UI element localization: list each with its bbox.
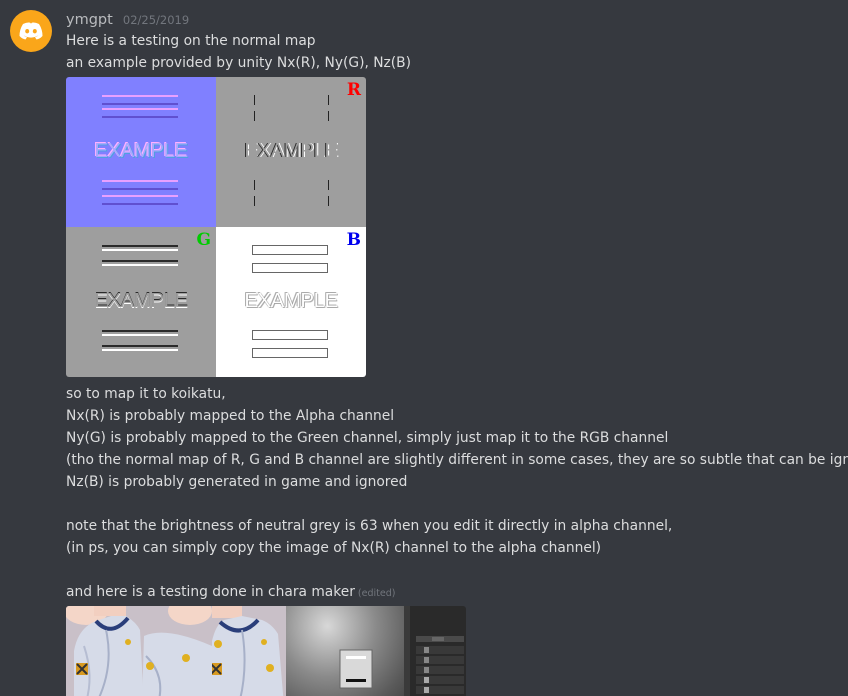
example-label: EXAMPLE	[244, 289, 338, 312]
discord-logo-icon	[19, 22, 43, 40]
normal-map-preview	[286, 606, 404, 696]
example-bar	[102, 195, 178, 205]
render-panel-1	[66, 606, 212, 696]
edited-label: (edited)	[357, 588, 396, 599]
example-label: EXAMPLE	[244, 139, 338, 162]
example-tick	[254, 111, 255, 121]
message-header: ymgpt 02/25/2019	[66, 9, 189, 29]
channel-label-g: G	[196, 230, 211, 250]
channel-label-b: B	[346, 230, 361, 250]
layers-panel-illustration	[404, 606, 464, 696]
example-bar	[252, 330, 328, 340]
example-bar	[252, 245, 328, 255]
message-content: Here is a testing on the normal map an e…	[66, 30, 848, 696]
layers-panel	[404, 606, 466, 696]
example-tick	[328, 95, 329, 105]
message-line: Nz(B) is probably generated in game and …	[66, 474, 408, 490]
character-render-illustration	[212, 606, 284, 696]
message-line: note that the brightness of neutral grey…	[66, 518, 673, 534]
render-panel-2	[212, 606, 286, 696]
chara-maker-test-image[interactable]	[66, 606, 466, 696]
example-tick	[254, 196, 255, 206]
example-bar	[102, 345, 178, 351]
example-tick	[328, 111, 329, 121]
example-tick	[254, 180, 255, 190]
example-bar	[102, 95, 178, 105]
g-channel-quadrant: G EXAMPLE	[66, 227, 216, 377]
message-line: (tho the normal map of R, G and B channe…	[66, 452, 848, 468]
example-tick	[328, 180, 329, 190]
message-line: Nx(R) is probably mapped to the Alpha ch…	[66, 408, 395, 424]
b-channel-quadrant: B EXAMPLE	[216, 227, 366, 377]
message-line-last: and here is a testing done in chara make…	[66, 581, 848, 603]
example-bar	[102, 108, 178, 118]
message-line: so to map it to koikatu,	[66, 386, 226, 402]
message-line: (in ps, you can simply copy the image of…	[66, 540, 602, 556]
character-render-illustration	[66, 606, 212, 696]
normal-map-example-image[interactable]: EXAMPLE R EXAMPLE G EXAMPLE B EXAMPLE	[66, 77, 366, 377]
message-line: Ny(G) is probably mapped to the Green ch…	[66, 430, 669, 446]
message-text: and here is a testing done in chara make…	[66, 584, 355, 600]
username[interactable]: ymgpt	[66, 12, 113, 28]
example-bar	[252, 348, 328, 358]
example-tick	[254, 95, 255, 105]
r-channel-quadrant: R EXAMPLE	[216, 77, 366, 227]
normal-map-quadrant: EXAMPLE	[66, 77, 216, 227]
message-line: Here is a testing on the normal map	[66, 33, 316, 49]
example-bar	[252, 263, 328, 273]
example-tick	[328, 196, 329, 206]
channel-label-r: R	[346, 80, 361, 100]
message-line: an example provided by unity Nx(R), Ny(G…	[66, 55, 412, 71]
timestamp: 02/25/2019	[122, 13, 190, 27]
normal-map-preview-illustration	[339, 649, 373, 689]
example-bar	[102, 330, 178, 336]
example-label: EXAMPLE	[94, 289, 188, 312]
chat-message: ymgpt 02/25/2019 Here is a testing on th…	[0, 0, 848, 696]
example-bar	[102, 180, 178, 190]
example-label: EXAMPLE	[94, 139, 188, 162]
example-bar	[102, 245, 178, 251]
avatar[interactable]	[10, 10, 52, 52]
example-bar	[102, 260, 178, 266]
